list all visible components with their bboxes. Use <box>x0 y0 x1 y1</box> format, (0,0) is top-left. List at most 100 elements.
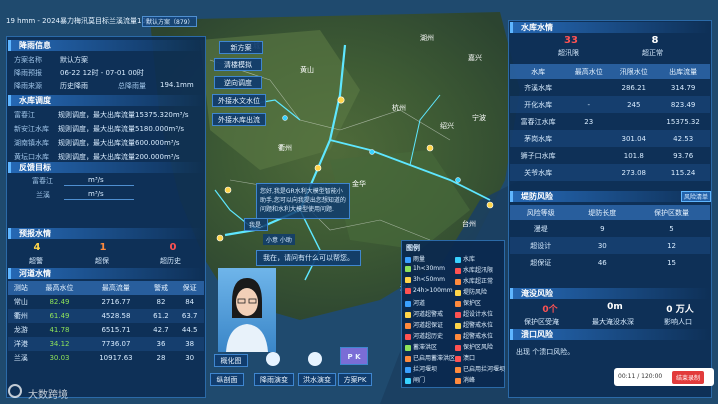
avatar-icon <box>226 278 268 352</box>
rain-row-2-value: 历史降雨 <box>60 82 88 90</box>
scheme-pk-button[interactable]: 方案PK <box>338 373 372 386</box>
legend-item[interactable]: 溃口 <box>455 353 475 362</box>
legend-label: 堤防风险 <box>463 289 488 296</box>
res-stat-0-num: 33 <box>564 35 578 46</box>
legend-item[interactable]: 蓄滞洪区 <box>405 342 437 351</box>
map-place-label[interactable]: 杭州 <box>392 103 406 112</box>
target-0-name: 富春江 <box>32 177 53 185</box>
map-place-label[interactable]: 衢州 <box>278 143 292 152</box>
levee-risk-title: 堤防风险 <box>510 191 710 202</box>
map-place-label[interactable]: 嘉兴 <box>468 53 482 62</box>
assistant-avatar[interactable] <box>218 268 276 352</box>
total-rain-value: 194.1mm <box>160 81 194 89</box>
table-row[interactable]: 洋港 34.12 7736.07 36 38 <box>8 337 204 351</box>
reservoir-cell: 42.53 <box>656 130 710 147</box>
legend-swatch-icon <box>455 322 461 329</box>
legend-item[interactable]: 河道超警戒 <box>405 309 443 318</box>
table-row[interactable]: 兰溪 30.03 10917.63 28 30 <box>8 351 204 365</box>
table-row[interactable]: 龙游 41.78 6515.71 42.7 44.5 <box>8 323 204 337</box>
river-cell: 10917.63 <box>99 354 133 362</box>
scheme-chip[interactable]: 默认方案（879） <box>142 16 198 27</box>
legend-item[interactable]: 超警戒水位 <box>455 320 493 329</box>
legend-swatch-icon <box>405 287 411 294</box>
reverse-dispatch-button[interactable]: 逆向调度 <box>214 76 262 89</box>
clear-simulate-button[interactable]: 清楼模拟 <box>214 58 262 71</box>
table-row[interactable]: 漫堤 9 5 <box>510 220 710 237</box>
reservoir-cell: 101.8 <box>623 151 644 160</box>
table-row[interactable]: 富春江水库 23 15375.32 <box>510 113 710 130</box>
legend-item[interactable]: 水库超汛限 <box>455 265 493 274</box>
table-row[interactable]: 茅岗水库 301.04 42.53 <box>510 130 710 147</box>
pk-icon[interactable]: P K <box>340 347 368 365</box>
map-place-label[interactable]: 湖州 <box>420 33 434 42</box>
assistant-bubble-1: 您好,我是GR水利大模型智能小助手,您可以向我提出您想知道的问题和水利大模型使用… <box>256 183 350 219</box>
legend-item[interactable]: 24h>100mm <box>405 287 453 294</box>
new-scheme-button[interactable]: 新方案 <box>219 41 263 54</box>
legend-item[interactable]: 闸门 <box>405 375 425 384</box>
legend-label: 保护区 <box>463 300 482 307</box>
table-row[interactable]: 齐溪水库 286.21 314.79 <box>510 79 710 96</box>
legend-item[interactable]: 水库 <box>455 254 475 263</box>
map-place-label[interactable]: 金华 <box>352 179 366 188</box>
rain-evolution-icon[interactable] <box>266 352 280 366</box>
external-hydro-button[interactable]: 外接水文水位 <box>212 94 266 107</box>
legend-item[interactable]: 雨量 <box>405 254 425 263</box>
rain-evolution-button[interactable]: 降雨演变 <box>254 373 294 386</box>
external-reservoir-button[interactable]: 外接水库出流 <box>212 113 266 126</box>
flood-evolution-icon[interactable] <box>308 352 322 366</box>
legend-swatch-icon <box>455 344 461 351</box>
legend-item[interactable]: 消峰 <box>455 375 475 384</box>
table-row[interactable]: 常山 82.49 2716.77 82 84 <box>8 295 204 309</box>
profile-button[interactable]: 纵剖面 <box>210 373 244 386</box>
legend-item[interactable]: 超警戒水位 <box>455 331 493 340</box>
levee-cell: 超设计 <box>510 237 572 254</box>
legend-item[interactable]: 1h<30mm <box>405 265 445 272</box>
stop-recording-button[interactable]: 结束录制 <box>672 371 705 384</box>
legend-label: 蓄滞洪区 <box>413 344 438 351</box>
map-place-label[interactable]: 绍兴 <box>440 121 454 130</box>
dispatch-0-rule: 规则调度，最大出库流量15375.320m³/s <box>58 111 189 119</box>
legend-item[interactable]: 已启用蓄滞洪区 <box>405 353 455 362</box>
legend-item[interactable]: 河道 <box>405 298 425 307</box>
river-cell: 兰溪 <box>13 354 28 362</box>
levee-cell: 15 <box>667 258 676 267</box>
map-place-label[interactable]: 黄山 <box>300 65 314 74</box>
legend-label: 保护区风险 <box>463 344 494 351</box>
legend-item[interactable]: 拦河堰坝 <box>405 364 437 373</box>
legend-swatch-icon <box>405 344 411 351</box>
overview-map-button[interactable]: 概化图 <box>214 354 248 367</box>
map-place-label[interactable]: 宁波 <box>472 113 486 122</box>
reservoir-cell: 115.24 <box>656 164 710 181</box>
assistant-chip[interactable]: 小意 小助 <box>263 234 295 245</box>
reservoir-table: 水库 最高水位 汛限水位 出库流量 齐溪水库 286.21 314.79 开化水库 -2… <box>510 64 710 181</box>
river-cell: 63.7 <box>175 309 204 323</box>
legend-item[interactable]: 河道超历史 <box>405 331 443 340</box>
legend-item[interactable]: 保护区 <box>455 298 481 307</box>
legend-item[interactable]: 已启用拦河堰坝 <box>455 364 505 373</box>
table-row[interactable]: 超设计 30 12 <box>510 237 710 254</box>
table-row[interactable]: 狮子口水库 101.8 93.76 <box>510 147 710 164</box>
risk-list-link[interactable]: 风险清单 <box>681 191 712 202</box>
legend-item[interactable]: 超设计水位 <box>455 309 493 318</box>
levee-cell: 9 <box>600 224 605 233</box>
legend-item[interactable]: 河道超保证 <box>405 320 443 329</box>
reservoir-cell: 狮子口水库 <box>520 151 556 160</box>
reservoir-cell <box>566 147 611 164</box>
table-row[interactable]: 开化水库 -245 823.49 <box>510 96 710 113</box>
recording-time: 00:11 / 120:00 <box>618 373 663 380</box>
legend-item[interactable]: 3h<50mm <box>405 276 445 283</box>
watermark: 大数跨境 <box>28 390 68 401</box>
reservoir-dispatch-title: 水库调度 <box>8 95 204 106</box>
legend-item[interactable]: 堤防风险 <box>455 287 487 296</box>
legend-item[interactable]: 保护区风险 <box>455 342 493 351</box>
table-row[interactable]: 衢州 61.49 4528.58 61.2 63.7 <box>8 309 204 323</box>
legend-label: 闸门 <box>413 377 426 384</box>
legend-label: 河道超历史 <box>413 333 444 340</box>
river-col-3: 警戒 <box>146 281 176 295</box>
legend-item[interactable]: 水库超正常 <box>455 276 493 285</box>
table-row[interactable]: 关爷水库 273.08 115.24 <box>510 164 710 181</box>
table-row[interactable]: 超保证 46 15 <box>510 254 710 271</box>
flood-evolution-button[interactable]: 洪水演变 <box>298 373 336 386</box>
river-table-title: 河道水情 <box>8 268 204 279</box>
map-place-label[interactable]: 台州 <box>462 219 476 228</box>
